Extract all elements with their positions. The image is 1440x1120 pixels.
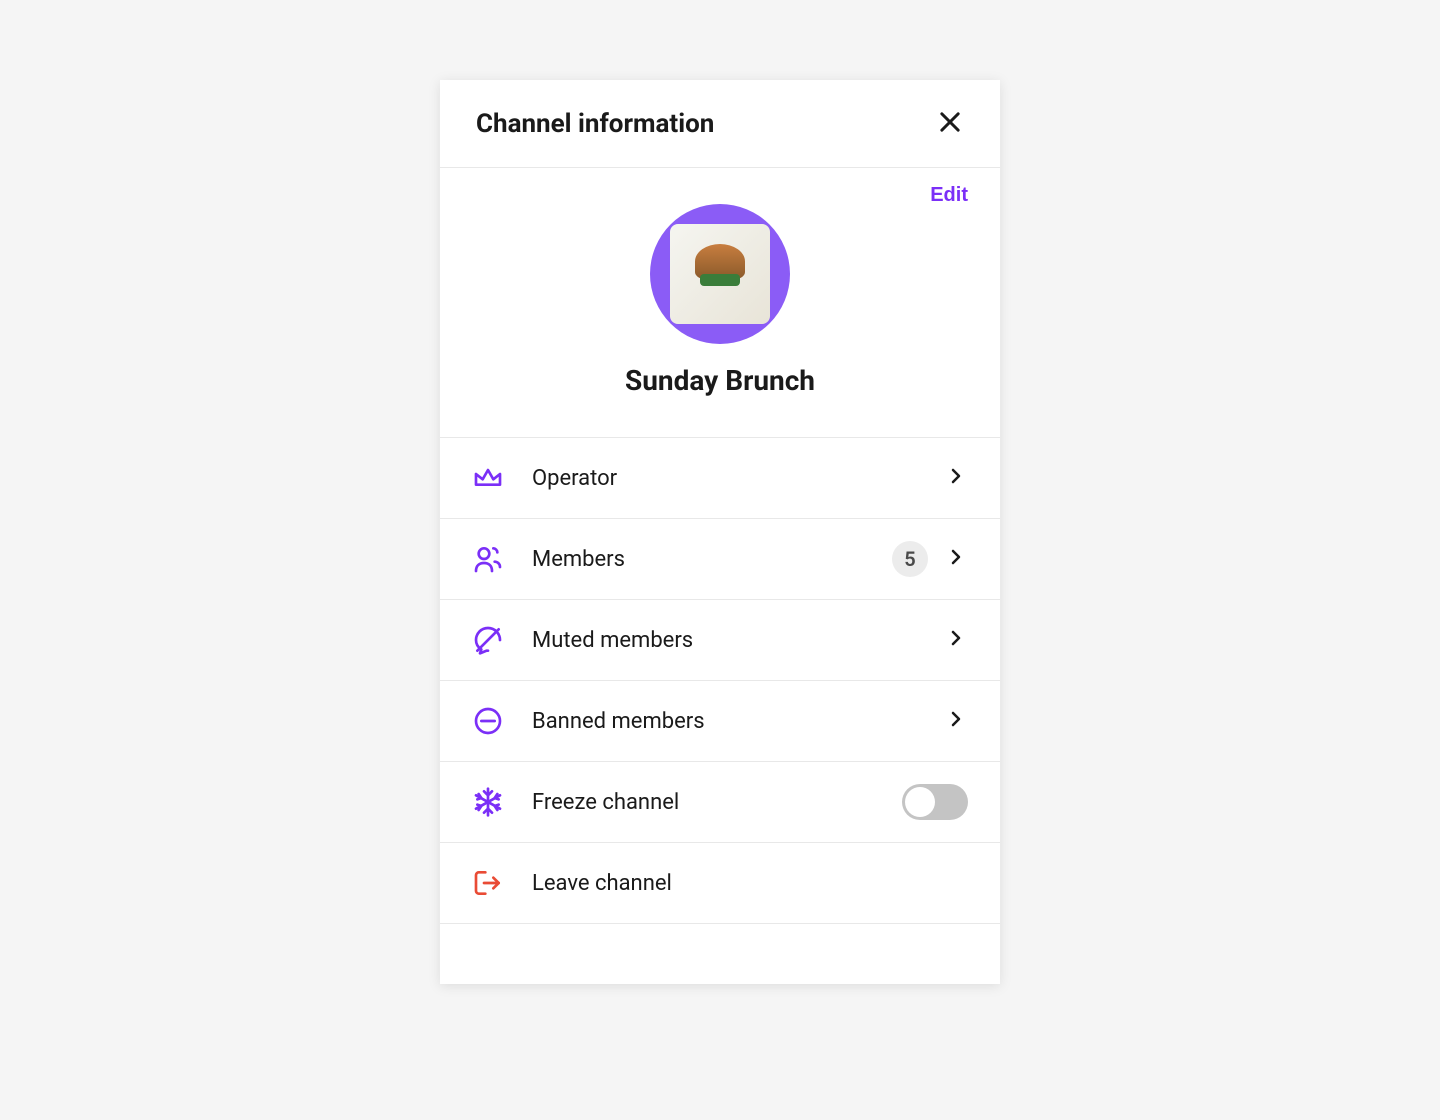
close-icon bbox=[936, 108, 964, 139]
snowflake-icon bbox=[468, 782, 508, 822]
channel-info-panel: Channel information Edit Sunday Brunch O… bbox=[440, 80, 1000, 984]
members-icon bbox=[468, 539, 508, 579]
chevron-right-icon bbox=[944, 626, 968, 654]
banned-members-item[interactable]: Banned members bbox=[440, 681, 1000, 762]
chevron-right-icon bbox=[944, 545, 968, 573]
leave-channel-item[interactable]: Leave channel bbox=[440, 843, 1000, 924]
freeze-channel-item[interactable]: Freeze channel bbox=[440, 762, 1000, 843]
page-title: Channel information bbox=[476, 109, 714, 139]
list-item-label: Leave channel bbox=[532, 871, 968, 896]
list-item-label: Freeze channel bbox=[532, 790, 902, 815]
muted-members-item[interactable]: Muted members bbox=[440, 600, 1000, 681]
muted-icon bbox=[468, 620, 508, 660]
close-button[interactable] bbox=[932, 104, 968, 143]
operator-item[interactable]: Operator bbox=[440, 438, 1000, 519]
chevron-right-icon bbox=[944, 464, 968, 492]
channel-name: Sunday Brunch bbox=[625, 364, 815, 397]
chevron-right-icon bbox=[944, 707, 968, 735]
banned-icon bbox=[468, 701, 508, 741]
list-item-label: Banned members bbox=[532, 709, 944, 734]
leave-icon bbox=[468, 863, 508, 903]
profile-section: Edit Sunday Brunch bbox=[440, 168, 1000, 438]
channel-avatar[interactable] bbox=[650, 204, 790, 344]
list-item-label: Operator bbox=[532, 466, 944, 491]
edit-button[interactable]: Edit bbox=[930, 184, 968, 207]
members-item[interactable]: Members 5 bbox=[440, 519, 1000, 600]
spacer bbox=[440, 924, 1000, 984]
freeze-toggle[interactable] bbox=[902, 784, 968, 820]
members-count-badge: 5 bbox=[892, 541, 928, 577]
list-item-label: Members bbox=[532, 547, 892, 572]
list-item-label: Muted members bbox=[532, 628, 944, 653]
crown-icon bbox=[468, 458, 508, 498]
panel-header: Channel information bbox=[440, 80, 1000, 168]
